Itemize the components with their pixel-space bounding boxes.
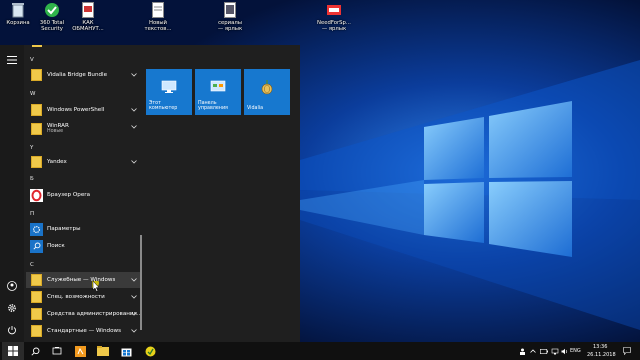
- app-list[interactable]: V Vidalia Bridge Bundle W Windows PowerS…: [24, 45, 142, 342]
- group-letter-b[interactable]: Б: [30, 176, 34, 182]
- app-windows-accessories[interactable]: Стандартные — Windows: [26, 323, 142, 339]
- new-text-document-icon[interactable]: Новый текстов...: [136, 2, 180, 32]
- tile-label: Vidalia: [247, 106, 264, 112]
- group-letter-s[interactable]: С: [30, 262, 34, 268]
- settings-gear-icon[interactable]: [4, 301, 20, 315]
- start-menu: V Vidalia Bridge Bundle W Windows PowerS…: [0, 45, 300, 342]
- folder-icon: [30, 104, 43, 117]
- app-vidalia-bridge-bundle[interactable]: Vidalia Bridge Bundle: [26, 67, 142, 83]
- taskbar-app-1[interactable]: [70, 342, 90, 360]
- computer-icon: [161, 80, 177, 93]
- app-search[interactable]: Поиск: [26, 238, 142, 254]
- app-list-scrollbar[interactable]: [139, 45, 143, 342]
- task-view-button[interactable]: [47, 342, 67, 360]
- desktop-icon-label: NeedForSp... — ярлык: [317, 20, 351, 33]
- desktop-icon-label: сериалы — ярлык: [217, 20, 243, 33]
- hamburger-menu-icon[interactable]: [4, 53, 20, 67]
- taskbar-store[interactable]: [116, 342, 136, 360]
- folder-icon: [30, 291, 43, 304]
- windows-logo-icon: [8, 346, 18, 356]
- onion-icon: [261, 80, 273, 95]
- folder-icon: [30, 308, 43, 321]
- desktop-icon-label: 360 Total Security: [39, 20, 65, 33]
- group-letter-y[interactable]: Y: [30, 145, 33, 151]
- search-icon: [30, 239, 43, 253]
- tile-this-pc[interactable]: Этот компьютер: [146, 69, 192, 115]
- kak-obmanut-icon[interactable]: КАК ОБМАНУТ...: [66, 2, 110, 32]
- folder-icon: [30, 274, 43, 287]
- start-button[interactable]: [2, 342, 24, 360]
- group-letter-w[interactable]: W: [30, 91, 35, 97]
- app-settings[interactable]: Параметры: [26, 221, 142, 237]
- opera-icon: [30, 188, 43, 202]
- folder-icon: [30, 325, 43, 338]
- store-icon: [121, 348, 131, 356]
- desktop-icon-label: КАК ОБМАНУТ...: [72, 20, 104, 33]
- folder-icon: [30, 122, 43, 135]
- desktop-icon-label: Новый текстов...: [144, 20, 172, 33]
- chevron-down-icon: [130, 106, 138, 114]
- chevron-down-icon: [130, 276, 138, 284]
- app-label: Vidalia Bridge Bundle: [47, 72, 108, 78]
- app-orange-icon: [74, 345, 86, 357]
- desktop-icon-label: Корзина: [6, 20, 30, 26]
- chevron-down-icon: [130, 123, 138, 131]
- tile-label: Этот компьютер: [149, 100, 178, 112]
- serialy-shortcut-icon[interactable]: сериалы — ярлык: [208, 2, 252, 32]
- task-view-icon: [52, 347, 62, 355]
- app-label: Windows PowerShell: [47, 107, 105, 113]
- control-panel-icon: [210, 80, 226, 92]
- taskbar: ENG 13:36 26.11.2018: [0, 342, 640, 360]
- app-windows-powershell[interactable]: Windows PowerShell: [26, 102, 142, 118]
- app-opera-browser[interactable]: Браузер Opera: [26, 187, 142, 203]
- app-label: Служебные — Windows: [47, 277, 116, 283]
- user-account-icon[interactable]: [4, 279, 20, 293]
- needforspeed-shortcut-icon[interactable]: NeedForSp... — ярлык: [312, 2, 356, 32]
- chevron-down-icon: [130, 71, 138, 79]
- app-admin-tools[interactable]: Средства администрирования...: [26, 306, 142, 322]
- folder-icon: [30, 69, 43, 82]
- chevron-down-icon: [130, 327, 138, 335]
- new-badge: Новые: [47, 129, 64, 134]
- tile-vidalia[interactable]: Vidalia: [244, 69, 290, 115]
- start-menu-rail: [0, 45, 24, 342]
- mouse-cursor-icon: [92, 281, 100, 292]
- tiles-area: Этот компьютер Панель управления Vidalia: [146, 69, 290, 165]
- action-center-icon[interactable]: [620, 342, 634, 360]
- group-letter-p[interactable]: П: [30, 211, 34, 217]
- language-indicator[interactable]: ENG: [570, 348, 581, 354]
- clock-date[interactable]: 26.11.2018: [587, 352, 616, 358]
- app-yellow-icon: [145, 346, 155, 356]
- chevron-down-icon: [130, 158, 138, 166]
- group-letter-v[interactable]: V: [30, 57, 34, 63]
- app-label: Браузер Opera: [47, 192, 90, 198]
- folder-icon: [30, 156, 43, 169]
- tile-label: Панель управления: [198, 100, 228, 112]
- scrollbar-thumb[interactable]: [140, 235, 142, 330]
- chevron-down-icon: [130, 310, 138, 318]
- chevron-down-icon: [130, 293, 138, 301]
- search-icon: [30, 347, 39, 356]
- app-yandex[interactable]: Yandex: [26, 154, 142, 170]
- app-label: Параметры: [47, 226, 81, 232]
- app-winrar[interactable]: WinRAR Новые: [26, 119, 142, 138]
- tile-control-panel[interactable]: Панель управления: [195, 69, 241, 115]
- taskbar-search-button[interactable]: [25, 342, 45, 360]
- power-icon[interactable]: [4, 323, 20, 337]
- app-label: Спец. возможности: [47, 294, 105, 300]
- partial-folder-icon: [32, 45, 42, 47]
- taskbar-app-2[interactable]: [140, 342, 160, 360]
- folder-icon: [97, 346, 109, 356]
- app-label: Средства администрирования...: [47, 311, 142, 317]
- app-label: Стандартные — Windows: [47, 328, 121, 334]
- taskbar-file-explorer[interactable]: [93, 342, 113, 360]
- app-windows-system-tools[interactable]: Служебные — Windows: [26, 272, 142, 288]
- clock-time[interactable]: 13:36: [593, 344, 607, 350]
- app-accessibility[interactable]: Спец. возможности: [26, 289, 142, 305]
- app-label: Yandex: [47, 159, 67, 165]
- settings-icon: [30, 222, 43, 236]
- app-label: Поиск: [47, 243, 65, 249]
